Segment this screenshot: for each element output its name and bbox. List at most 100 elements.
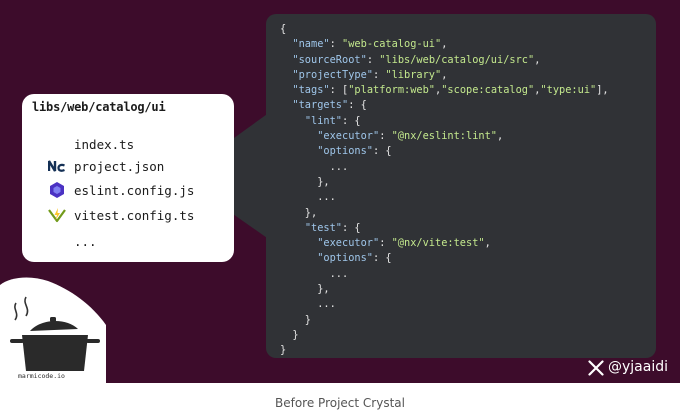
code-line: "executor": "@nx/vite:test", [280,236,609,251]
json-punct: : { [373,145,392,158]
json-punct: ], [596,84,609,97]
json-string: "platform:web" [348,84,436,97]
folder-path-title: libs/web/catalog/ui [32,100,166,114]
code-line: "options": { [280,251,609,266]
code-line: ... [280,190,609,205]
code-line: } [280,343,609,358]
json-punct: } [280,344,287,357]
json-punct: ... [280,267,349,280]
json-punct: : { [373,252,392,265]
json-punct: : { [342,114,361,127]
nx-icon [48,157,66,175]
json-punct [280,222,305,234]
json-punct [280,115,305,127]
json-punct [280,237,317,249]
json-string: "@nx/eslint:lint" [391,130,497,143]
json-punct: : { [348,99,367,112]
json-punct [280,69,292,81]
file-name: ... [74,233,97,249]
code-line: "projectType": "library", [280,68,609,83]
json-punct: , [534,53,541,66]
json-key: "test" [304,221,343,234]
code-line: "targets": { [280,98,609,113]
code-line: }, [280,175,609,190]
file-item-vitest-config: vitest.config.ts [48,206,194,224]
file-name: project.json [74,158,165,174]
json-punct: : [329,38,343,51]
json-key: "sourceRoot" [292,53,367,66]
code-line: "lint": { [280,114,609,129]
code-line: { [280,22,609,37]
json-key: "executor" [317,130,380,143]
json-string: "web-catalog-ui" [342,38,442,51]
file-item-eslint-config: eslint.config.js [48,181,194,199]
figure-caption: Before Project Crystal [275,396,405,410]
json-string: "libs/web/catalog/ui/src" [379,53,535,66]
blank-icon [48,135,66,153]
json-punct: ... [280,191,336,204]
json-punct: : [373,68,386,81]
json-string: "type:ui" [540,84,597,97]
file-name: index.ts [74,136,135,152]
code-line: }, [280,206,609,221]
json-punct: : [379,130,392,143]
file-name: eslint.config.js [74,182,195,198]
json-string: "scope:catalog" [441,84,535,97]
json-punct: , [484,237,491,250]
json-punct: }, [280,206,318,219]
file-item-project-json: project.json [48,157,164,175]
code-line: ... [280,297,609,312]
code-line: "executor": "@nx/eslint:lint", [280,129,609,144]
vitest-icon [48,206,66,224]
json-key: "options" [317,252,373,265]
code-line: "tags": ["platform:web","scope:catalog",… [280,83,609,98]
json-punct: : [ [329,84,349,97]
json-punct: , [441,68,448,81]
json-punct: ... [280,298,336,311]
project-json-code: { "name": "web-catalog-ui", "sourceRoot"… [280,22,609,359]
code-line: } [280,313,609,328]
file-item-index-ts: index.ts [48,135,134,153]
file-item-more: ... [48,232,97,250]
file-name: vitest.config.ts [74,207,195,223]
json-key: "lint" [304,114,343,127]
json-punct: : [366,53,380,66]
code-line: ... [280,267,609,282]
json-string: "@nx/vite:test" [391,237,485,250]
json-punct [280,84,292,96]
json-punct: { [280,23,287,35]
file-tree-card: libs/web/catalog/ui index.ts project.jso… [22,94,234,262]
marmicode-logo: marmicode.io [0,277,106,383]
json-string: "library" [385,68,442,81]
json-punct: , [441,38,448,51]
blank-icon [48,232,66,250]
json-punct: : { [342,221,361,234]
json-punct: }, [280,283,330,296]
json-punct: } [280,328,299,341]
project-json-panel: { "name": "web-catalog-ui", "sourceRoot"… [266,14,656,358]
json-key: "targets" [292,99,349,112]
code-line: } [280,328,609,343]
json-key: "tags" [292,84,330,97]
slide: { "name": "web-catalog-ui", "sourceRoot"… [0,0,680,383]
json-punct: , [497,130,504,143]
json-punct [280,252,317,264]
mascot-label: marmicode.io [18,372,65,380]
json-punct: } [280,313,311,326]
code-line: "name": "web-catalog-ui", [280,37,609,52]
code-line: "options": { [280,144,609,159]
json-key: "name" [292,38,330,51]
json-punct [280,99,292,111]
json-punct [280,130,317,142]
code-line: ... [280,160,609,175]
json-punct [280,54,292,66]
json-key: "options" [317,145,373,158]
code-line: "test": { [280,221,609,236]
json-key: "projectType" [292,68,373,81]
json-punct: }, [280,175,330,188]
eslint-icon [48,181,66,199]
json-punct [280,145,317,157]
code-line: }, [280,282,609,297]
json-punct: : [379,237,392,250]
json-key: "executor" [317,237,380,250]
